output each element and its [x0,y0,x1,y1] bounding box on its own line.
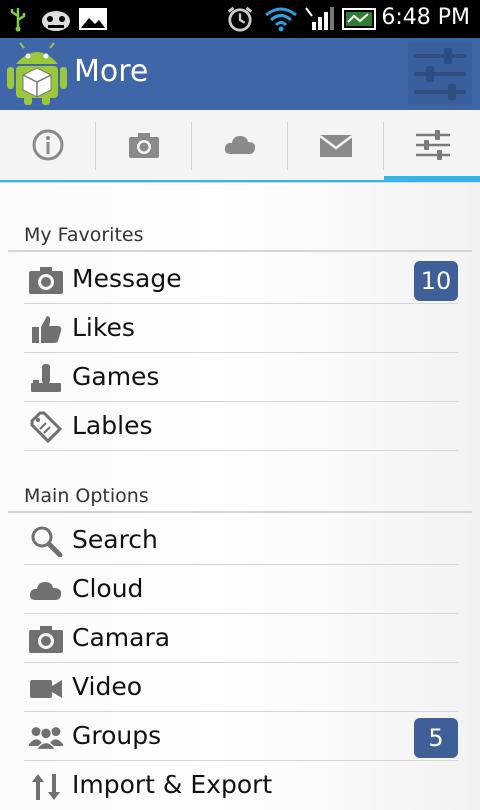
info-icon [32,129,64,161]
list-item-label: Import & Export [72,770,273,799]
row-divider [24,450,458,451]
group-icon [28,727,64,751]
page-title: More [74,54,149,89]
row-divider [24,760,458,761]
tab-indicator [192,180,288,182]
android-logo[interactable] [6,42,68,106]
mail-icon [319,135,353,157]
tab-mail[interactable] [288,110,384,182]
list-item-label: Games [72,362,160,391]
list-item-label: Lables [72,411,153,440]
tab-indicator [96,180,192,182]
row-divider [24,711,458,712]
bug-icon [42,11,70,31]
tab-info[interactable] [0,110,96,182]
list-item-games[interactable]: Games [24,354,458,402]
camera-icon [29,267,63,294]
camera-icon [129,133,159,158]
list-item-label: Camara [72,623,171,652]
count-badge: 5 [414,718,458,758]
tab-indicator [0,180,96,182]
joystick-icon [31,364,61,392]
row-divider [24,303,458,304]
status-bar: 6:48 PM [0,0,480,38]
wifi-icon [265,7,297,32]
list-item-label: Cloud [72,574,144,603]
cloud-icon [29,582,62,600]
count-badge: 10 [414,261,458,301]
row-divider [24,662,458,663]
list-item-label: Search [72,525,158,554]
tab-indicator [288,180,384,182]
thumbs-up-icon [32,316,62,343]
tab-indicator-active [384,176,480,182]
list-item-cloud[interactable]: Cloud [24,566,458,614]
sliders-icon[interactable] [408,42,472,106]
list-item-label: Video [72,672,143,701]
list-item-import-export[interactable]: Import & Export [24,762,458,810]
list-item-video[interactable]: Video [24,664,458,712]
tab-cloud[interactable] [192,110,288,182]
alarm-icon [227,6,253,32]
battery-icon [342,8,376,30]
list-item-label: Likes [72,313,135,342]
list-item-lables[interactable]: Lables [24,403,458,451]
section-divider [8,250,472,252]
tag-icon [30,411,63,443]
list-item-message[interactable]: Message 10 [24,256,458,304]
list-item-camara[interactable]: Camara [24,615,458,663]
list-item-likes[interactable]: Likes [24,305,458,353]
tab-bar [0,110,480,183]
row-divider [24,401,458,402]
tab-camera[interactable] [96,110,192,182]
camera-icon [29,626,63,653]
tab-settings[interactable] [384,110,480,182]
row-divider [24,613,458,614]
usb-icon [10,8,26,32]
search-icon [31,526,63,557]
row-divider [24,352,458,353]
list-item-label: Groups [72,721,162,750]
action-bar: More [0,38,480,110]
signal-icon [305,7,334,30]
list-item-label: Message [72,264,182,293]
sliders-icon [416,130,450,160]
row-divider [24,564,458,565]
section-divider [8,511,472,513]
list-item-groups[interactable]: Groups 5 [24,713,458,761]
section-title-main-options: Main Options [24,485,149,507]
image-icon [79,8,107,30]
import-export-icon [32,774,60,800]
list-item-search[interactable]: Search [24,517,458,565]
video-icon [30,680,62,698]
section-title-favorites: My Favorites [24,224,144,246]
cloud-icon [224,136,256,154]
status-time: 6:48 PM [381,5,470,30]
